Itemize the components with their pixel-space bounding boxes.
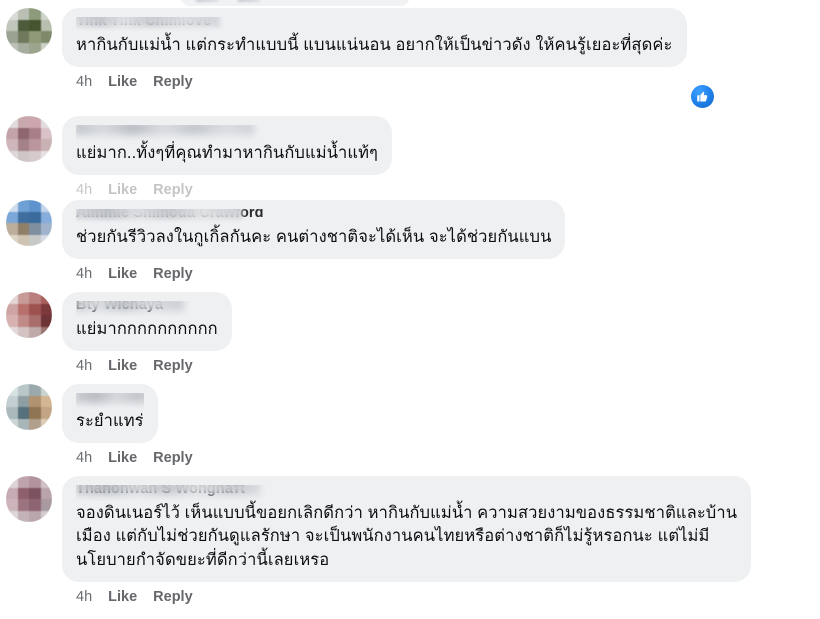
- comment-actions: 4h Like Reply: [76, 589, 193, 605]
- comment-item: Aimmie Shimoda Crawford ช่วยกันรีวิวลงใน…: [0, 200, 820, 282]
- comment-item: ระยำแทร่ 4h Like Reply: [0, 384, 820, 466]
- comment-text: ระยำแทร่: [76, 412, 144, 430]
- author-redaction-mask: [76, 17, 220, 27]
- author-row: [76, 125, 378, 141]
- comment-body: Aimmie Shimoda Crawford ช่วยกันรีวิวลงใน…: [62, 200, 566, 282]
- avatar[interactable]: [6, 292, 52, 338]
- like-button[interactable]: Like: [108, 358, 137, 374]
- comment-bubble: Aimmie Shimoda Crawford ช่วยกันรีวิวลงใน…: [62, 200, 566, 260]
- comment-text: แย่มาก..ทั้งๆที่คุณทำมาหากินกับแม่น้ำแท้…: [76, 144, 379, 162]
- author-redaction-mask: [76, 485, 260, 495]
- avatar[interactable]: [6, 116, 52, 162]
- author-redaction-mask: [76, 125, 254, 135]
- author-row: Bty Wichaya: [76, 301, 218, 317]
- clipped-bubble: [180, 0, 410, 6]
- clipped-blur-b: [238, 0, 260, 2]
- comment-text: จองดินเนอร์ไว้ เห็นแบบนี้ขอยกเลิกดีกว่า …: [76, 504, 738, 569]
- comment-bubble: Thanonwan S Wongnатt จองดินเนอร์ไว้ เห็น…: [62, 476, 752, 583]
- comment-item: Yink Yink Chimlove หากินกับแม่น้ำ แต่กระ…: [0, 8, 820, 108]
- avatar[interactable]: [6, 200, 52, 246]
- avatar-mosaic: [6, 8, 52, 54]
- comment-item: Bty Wichaya แย่มากกกกกกกกกก 4h Like Repl…: [0, 292, 820, 374]
- author-redaction-mask: [76, 209, 242, 219]
- reply-button[interactable]: Reply: [153, 74, 193, 90]
- comment-body: แย่มาก..ทั้งๆที่คุณทำมาหากินกับแม่น้ำแท้…: [62, 116, 393, 198]
- author-redaction-mask: [76, 393, 144, 403]
- reply-button[interactable]: Reply: [153, 450, 193, 466]
- timestamp: 4h: [76, 182, 93, 199]
- comment-bubble: Yink Yink Chimlove หากินกับแม่น้ำ แต่กระ…: [62, 8, 687, 68]
- comment-item: แย่มาก..ทั้งๆที่คุณทำมาหากินกับแม่น้ำแท้…: [0, 116, 820, 198]
- author-redaction-mask: [76, 301, 184, 311]
- like-reaction-badge[interactable]: [691, 85, 714, 108]
- comment-thread: Yink Yink Chimlove หากินกับแม่น้ำ แต่กระ…: [0, 0, 820, 619]
- like-button[interactable]: Like: [108, 182, 137, 198]
- clipped-blur-a: [196, 0, 218, 2]
- timestamp: 4h: [76, 266, 93, 283]
- avatar-mosaic: [6, 384, 52, 430]
- author-row: Yink Yink Chimlove: [76, 17, 673, 33]
- avatar-mosaic: [6, 200, 52, 246]
- comment-bubble: Bty Wichaya แย่มากกกกกกกกกก: [62, 292, 232, 352]
- like-button[interactable]: Like: [108, 450, 137, 466]
- avatar[interactable]: [6, 476, 52, 522]
- author-row: [76, 393, 144, 409]
- comment-body: Yink Yink Chimlove หากินกับแม่น้ำ แต่กระ…: [62, 8, 687, 90]
- timestamp: 4h: [76, 450, 93, 467]
- thumbs-up-icon: [697, 91, 708, 102]
- timestamp: 4h: [76, 589, 93, 606]
- comment-actions: 4h Like Reply: [76, 74, 193, 90]
- comment-bubble: แย่มาก..ทั้งๆที่คุณทำมาหากินกับแม่น้ำแท้…: [62, 116, 393, 176]
- comment-body: Bty Wichaya แย่มากกกกกกกกกก 4h Like Repl…: [62, 292, 232, 374]
- author-row: Aimmie Shimoda Crawford: [76, 209, 551, 225]
- comment-text: หากินกับแม่น้ำ แต่กระทำแบบนี้ แบนแน่นอน …: [76, 36, 673, 54]
- like-button[interactable]: Like: [108, 266, 137, 282]
- comment-actions: 4h Like Reply: [76, 450, 193, 466]
- reply-button[interactable]: Reply: [153, 182, 193, 198]
- avatar-mosaic: [6, 116, 52, 162]
- reply-button[interactable]: Reply: [153, 589, 193, 605]
- comment-text: แย่มากกกกกกกกกก: [76, 320, 218, 338]
- avatar[interactable]: [6, 8, 52, 54]
- comment-body: ระยำแทร่ 4h Like Reply: [62, 384, 193, 466]
- reply-button[interactable]: Reply: [153, 358, 193, 374]
- timestamp: 4h: [76, 358, 93, 375]
- author-row: Thanonwan S Wongnатt: [76, 485, 737, 501]
- comment-item: Thanonwan S Wongnатt จองดินเนอร์ไว้ เห็น…: [0, 476, 820, 605]
- like-button[interactable]: Like: [108, 589, 137, 605]
- comment-body: Thanonwan S Wongnатt จองดินเนอร์ไว้ เห็น…: [62, 476, 752, 605]
- comment-actions: 4h Like Reply: [76, 182, 193, 198]
- comment-actions: 4h Like Reply: [76, 358, 193, 374]
- avatar[interactable]: [6, 384, 52, 430]
- avatar-mosaic: [6, 292, 52, 338]
- comment-bubble: ระยำแทร่: [62, 384, 158, 444]
- avatar-mosaic: [6, 476, 52, 522]
- timestamp: 4h: [76, 74, 93, 91]
- comment-actions: 4h Like Reply: [76, 266, 193, 282]
- like-button[interactable]: Like: [108, 74, 137, 90]
- reply-button[interactable]: Reply: [153, 266, 193, 282]
- comment-text: ช่วยกันรีวิวลงในกูเกิ้ลกันคะ คนต่างชาติจ…: [76, 228, 552, 246]
